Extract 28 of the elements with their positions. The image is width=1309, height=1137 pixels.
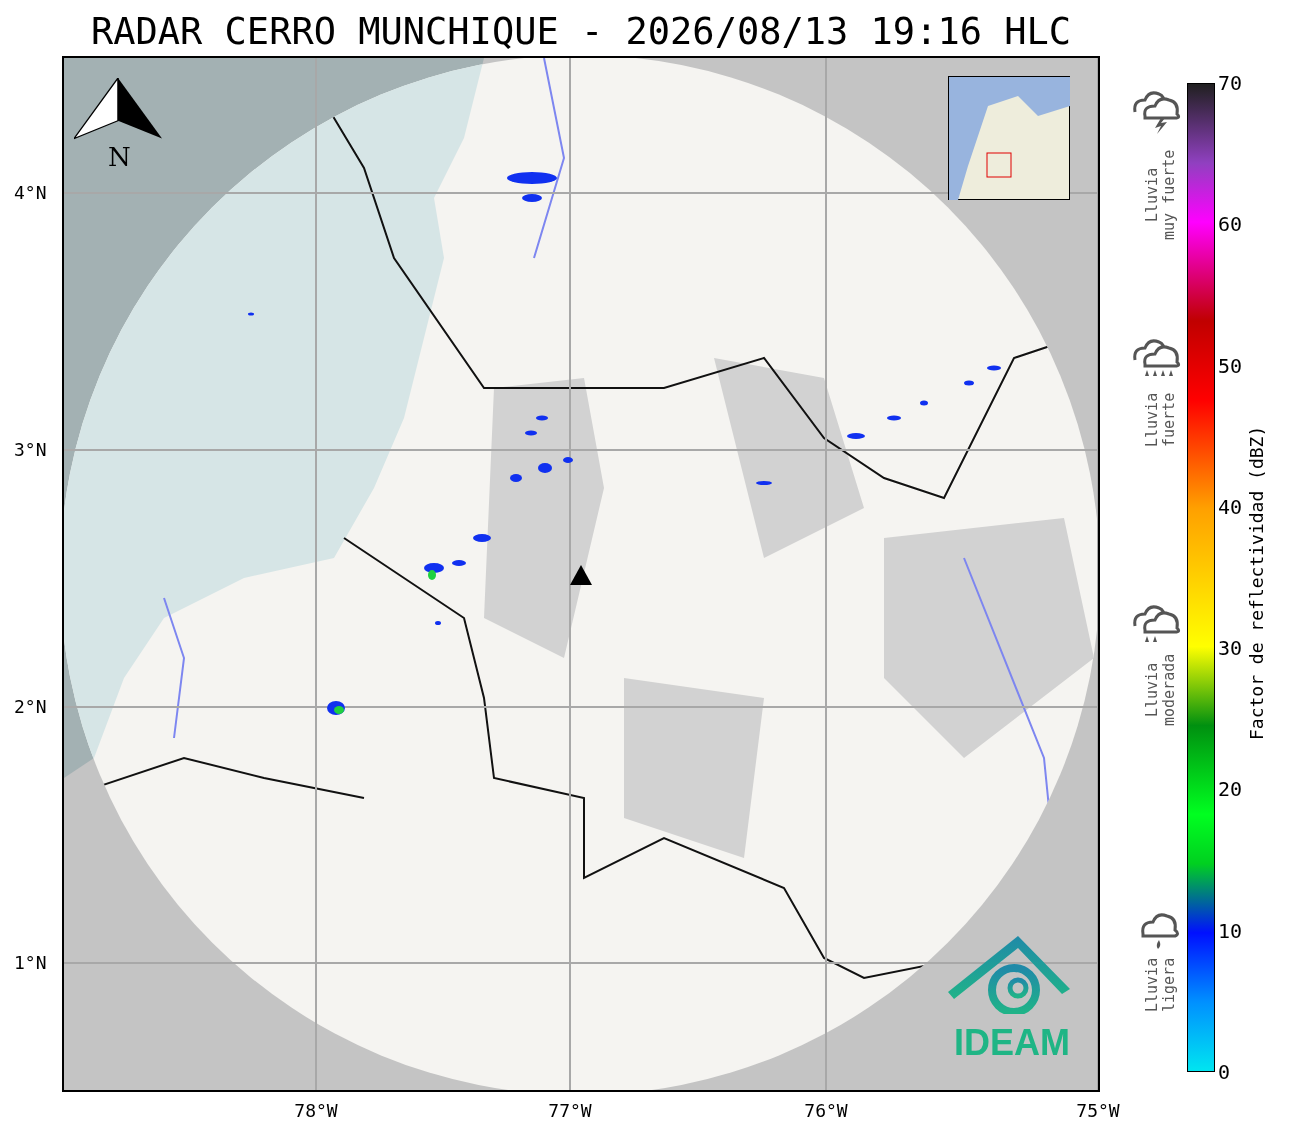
latitude-label: 3°N — [14, 439, 47, 461]
logo-icon — [946, 934, 1070, 1014]
rain-category-label: Lluvia ligera — [1144, 956, 1178, 1015]
rain-category-label: Lluvia moderada — [1144, 652, 1178, 729]
latitude-label: 1°N — [14, 952, 47, 974]
north-arrow-icon — [74, 78, 162, 140]
longitude-label: 76°W — [803, 1100, 849, 1122]
scale-value: 40 — [1218, 495, 1243, 518]
north-label: N — [108, 144, 131, 170]
scale-value: 30 — [1218, 637, 1243, 660]
scale-title: Factor de reflectividad (dBZ) — [1246, 424, 1267, 740]
latitude-label: 4°N — [14, 182, 47, 204]
scale-value: 60 — [1218, 213, 1243, 236]
longitude-label: 77°W — [547, 1100, 593, 1122]
rain-category-label: Lluvia fuerte — [1144, 391, 1178, 450]
scale-value: 10 — [1218, 919, 1243, 942]
scale-value: 0 — [1218, 1061, 1231, 1083]
logo-text: IDEAM — [954, 1025, 1070, 1061]
radar-site-icon — [570, 565, 592, 585]
chart-title: RADAR CERRO MUNCHIQUE - 2026/08/13 19:16 HLC — [89, 10, 1073, 53]
storm-cloud-icon — [1131, 88, 1181, 134]
rain-category-label: Lluvia muy fuerte — [1144, 148, 1178, 243]
scale-value: 70 — [1218, 72, 1243, 94]
scale-value: 50 — [1218, 354, 1243, 377]
latitude-label: 2°N — [14, 696, 47, 718]
scale-value: 20 — [1218, 778, 1243, 801]
longitude-label: 78°W — [293, 1100, 339, 1122]
longitude-label: 75°W — [1075, 1100, 1121, 1122]
